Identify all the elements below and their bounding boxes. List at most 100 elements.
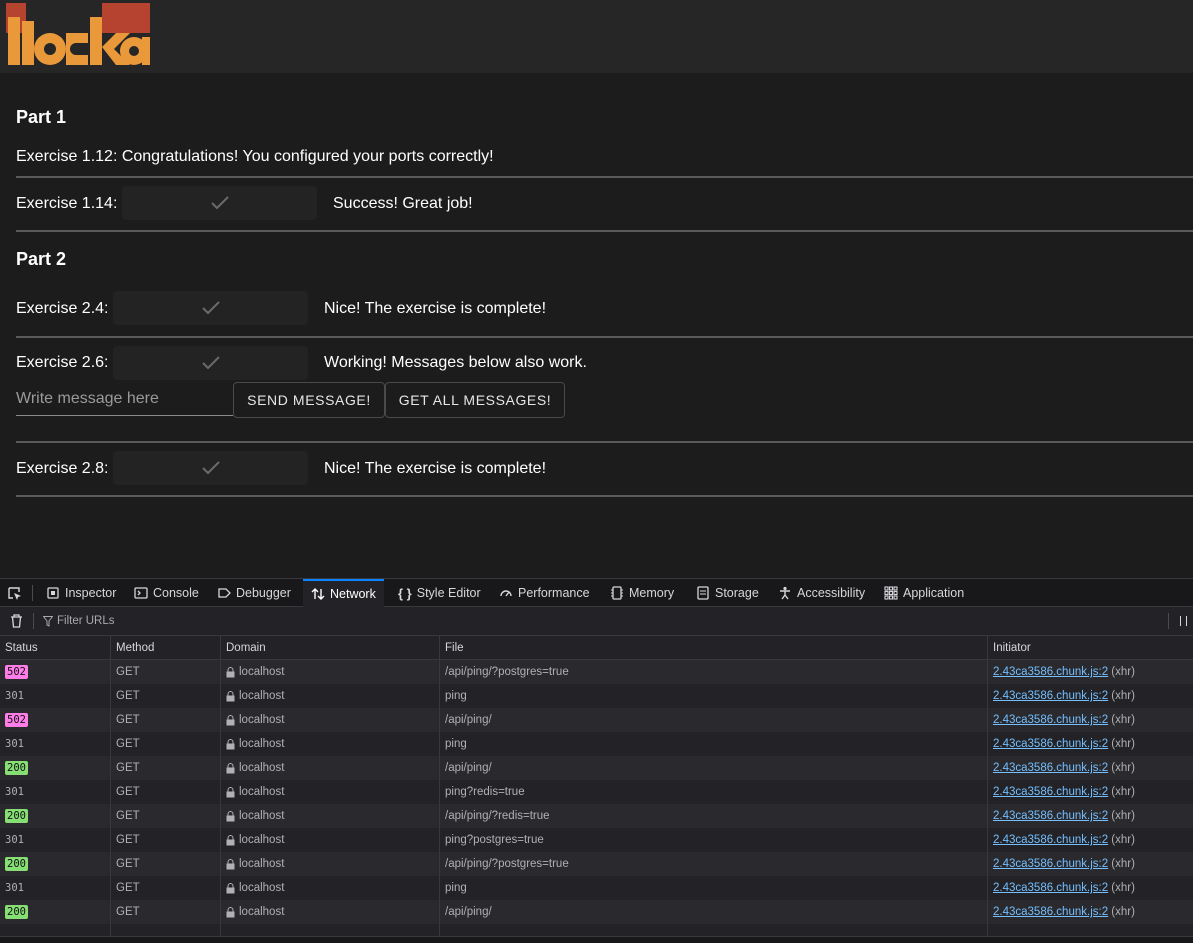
get-all-messages-button[interactable]: GET ALL MESSAGES! [385, 382, 565, 418]
request-method: GET [116, 714, 140, 726]
initiator-link[interactable]: 2.43ca3586.chunk.js:2 [993, 666, 1108, 678]
pause-icon[interactable] [1180, 616, 1187, 626]
check-icon [210, 196, 229, 210]
initiator-link[interactable]: 2.43ca3586.chunk.js:2 [993, 834, 1108, 846]
tab-memory[interactable]: Memory [606, 579, 678, 607]
trash-icon[interactable] [10, 614, 23, 628]
request-domain: localhost [239, 666, 285, 678]
column-initiator[interactable]: Initiator [987, 636, 1193, 660]
tab-inspector[interactable]: Inspector [42, 579, 120, 607]
filter-urls-input[interactable]: Filter URLs [57, 615, 115, 627]
initiator-link[interactable]: 2.43ca3586.chunk.js:2 [993, 690, 1108, 702]
main-content: Part 1 Exercise 1.12: Congratulations! Y… [0, 73, 1193, 578]
message-input[interactable] [16, 382, 233, 416]
toolbar-separator [33, 613, 34, 629]
tab-console[interactable]: Console [130, 579, 203, 607]
exercise-2-8-status [113, 451, 308, 485]
column-domain[interactable]: Domain [220, 636, 439, 660]
table-row[interactable]: 200 GET localhost/api/ping/2.43ca3586.chun… [0, 900, 1193, 924]
request-method: GET [116, 762, 140, 774]
request-file: ping [445, 882, 467, 894]
exercise-1-14-label: Exercise 1.14: [16, 195, 118, 212]
column-file[interactable]: File [439, 636, 987, 660]
tab-network-label: Network [330, 587, 376, 601]
exercise-2-8-message: Nice! The exercise is complete! [324, 460, 547, 477]
table-row[interactable]: 301 GET localhost ping?redis=true 2.43ca3586… [0, 780, 1193, 804]
table-row[interactable]: 301 GET localhost ping?postgres=true 2.43ca3… [0, 828, 1193, 852]
exercise-1-12-text: Exercise 1.12: Congratulations! You conf… [16, 148, 494, 165]
element-picker-icon[interactable] [7, 586, 23, 602]
exercise-2-4-message: Nice! The exercise is complete! [324, 300, 547, 317]
initiator-link[interactable]: 2.43ca3586.chunk.js:2 [993, 762, 1108, 774]
toolbar-separator [32, 585, 33, 601]
exercise-2-6-label: Exercise 2.6: [16, 354, 109, 371]
table-row[interactable]: 200 GET localhost/api/ping/2.43ca3586.chun… [0, 756, 1193, 780]
status-badge: 200 [5, 809, 28, 823]
send-message-button[interactable]: SEND MESSAGE! [233, 382, 385, 418]
table-row[interactable]: 301 GET localhost ping 2.43ca3586.chunk.js:2… [0, 876, 1193, 900]
accessibility-icon [780, 586, 790, 600]
table-row[interactable]: 301 GET localhost ping 2.43ca3586.chunk.js:2… [0, 732, 1193, 756]
tab-style-editor-label: Style Editor [416, 586, 481, 600]
request-domain: localhost [239, 810, 285, 822]
column-separator [439, 636, 440, 936]
request-method: GET [116, 882, 140, 894]
initiator-link[interactable]: 2.43ca3586.chunk.js:2 [993, 810, 1108, 822]
request-domain: localhost [239, 762, 285, 774]
status-code: 301 [5, 882, 24, 894]
initiator-link[interactable]: 2.43ca3586.chunk.js:2 [993, 858, 1108, 870]
exercise-2-4-status [113, 291, 308, 325]
request-type: (xhr) [1111, 810, 1135, 822]
tab-performance[interactable]: Performance [495, 579, 594, 607]
request-method: GET [116, 906, 140, 918]
header-bar [0, 0, 1193, 73]
exercise-2-6-message: Working! Messages below also work. [324, 354, 587, 371]
request-file: ping?redis=true [445, 786, 525, 798]
request-type: (xhr) [1111, 858, 1135, 870]
column-method[interactable]: Method [110, 636, 220, 660]
lock-icon [226, 738, 235, 750]
request-file: /api/ping/?postgres=true [445, 666, 569, 678]
request-type: (xhr) [1111, 762, 1135, 774]
lock-icon [226, 906, 235, 918]
tab-accessibility[interactable]: Accessibility [774, 579, 869, 607]
request-file: ping?postgres=true [445, 834, 544, 846]
request-domain: localhost [239, 882, 285, 894]
tab-console-label: Console [153, 586, 199, 600]
initiator-link[interactable]: 2.43ca3586.chunk.js:2 [993, 786, 1108, 798]
request-method: GET [116, 738, 140, 750]
request-domain: localhost [239, 714, 285, 726]
toska-logo [6, 3, 150, 65]
status-badge: 200 [5, 905, 28, 919]
request-file: ping [445, 738, 467, 750]
filter-icon [43, 616, 53, 627]
table-row[interactable]: 200 GET localhost/api/ping/?redis=true 2.43… [0, 804, 1193, 828]
initiator-link[interactable]: 2.43ca3586.chunk.js:2 [993, 882, 1108, 894]
initiator-link[interactable]: 2.43ca3586.chunk.js:2 [993, 738, 1108, 750]
table-row[interactable]: 502 GET localhost/api/ping/2.43ca3586.chun… [0, 708, 1193, 732]
request-type: (xhr) [1111, 738, 1135, 750]
request-type: (xhr) [1111, 690, 1135, 702]
request-method: GET [116, 810, 140, 822]
table-row[interactable]: 502 GET localhost/api/ping/?postgres=true 2… [0, 660, 1193, 684]
tab-debugger[interactable]: Debugger [213, 579, 295, 607]
divider [16, 495, 1193, 497]
tab-storage[interactable]: Storage [692, 579, 763, 607]
lock-icon [226, 762, 235, 774]
tab-style-editor[interactable]: { } Style Editor [394, 579, 485, 607]
table-row[interactable]: 301 GET localhost ping 2.43ca3586.chunk.js:2… [0, 684, 1193, 708]
table-row[interactable]: 200 GET localhost/api/ping/?postgres=true 2… [0, 852, 1193, 876]
divider [16, 230, 1193, 232]
tab-network[interactable]: Network [303, 579, 384, 607]
initiator-link[interactable]: 2.43ca3586.chunk.js:2 [993, 714, 1108, 726]
column-status[interactable]: Status [0, 636, 110, 660]
console-icon [134, 587, 148, 599]
tab-application[interactable]: Application [880, 579, 968, 607]
initiator-link[interactable]: 2.43ca3586.chunk.js:2 [993, 906, 1108, 918]
exercise-2-4-label: Exercise 2.4: [16, 300, 109, 317]
exercise-1-14-message: Success! Great job! [333, 195, 473, 212]
request-method: GET [116, 786, 140, 798]
part1-heading: Part 1 [16, 107, 67, 127]
status-code: 301 [5, 738, 24, 750]
lock-icon [226, 858, 235, 870]
